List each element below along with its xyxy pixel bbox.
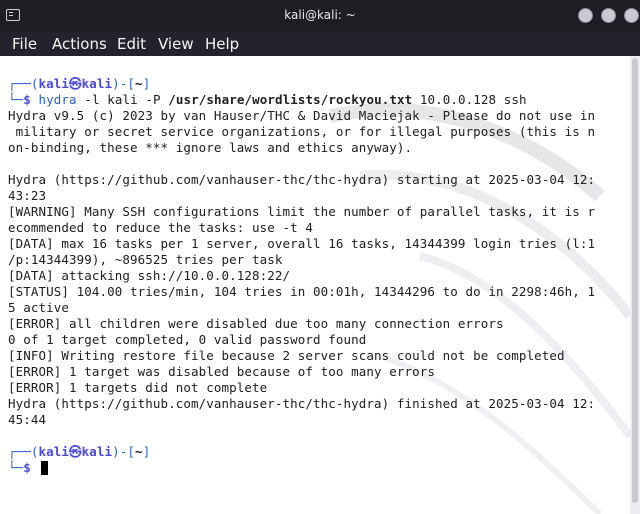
menu-help[interactable]: Help: [205, 35, 239, 53]
output-line: 5 active: [8, 300, 70, 315]
prompt-line-1: ┌──(kali㉿kali)-[~]: [8, 76, 151, 91]
output-line: Hydra (https://github.com/vanhauser-thc/…: [8, 396, 596, 411]
terminal-window: kali@kali: ~ File Actions Edit View Help…: [0, 0, 640, 514]
output-line: [ERROR] all children were disabled due t…: [8, 316, 504, 331]
command-line: └─$ hydra -l kali -P /usr/share/wordlist…: [8, 92, 527, 107]
menu-bar: File Actions Edit View Help: [0, 32, 640, 56]
output-line: [DATA] max 16 tasks per 1 server, overal…: [8, 236, 596, 251]
output-line: /p:14344399), ~896525 tries per task: [8, 252, 283, 267]
maximize-button[interactable]: [601, 8, 616, 23]
output-line: 45:44: [8, 412, 47, 427]
output-line: on-binding, these *** ignore laws and et…: [8, 140, 413, 155]
text-cursor: [40, 461, 48, 475]
output-line: [ERROR] 1 target was disabled because of…: [8, 364, 436, 379]
output-line: Hydra v9.5 (c) 2023 by van Hauser/THC & …: [8, 108, 596, 123]
scrollbar-thumb[interactable]: [632, 58, 638, 503]
output-line: [DATA] attacking ssh://10.0.0.128:22/: [8, 268, 291, 283]
output-line: Hydra (https://github.com/vanhauser-thc/…: [8, 172, 596, 187]
menu-view[interactable]: View: [158, 35, 194, 53]
title-bar[interactable]: kali@kali: ~: [0, 0, 640, 32]
output-line: [STATUS] 104.00 tries/min, 104 tries in …: [8, 284, 596, 299]
minimize-button[interactable]: [578, 8, 593, 23]
output-line: military or secret service organizations…: [8, 124, 596, 139]
output-line: [WARNING] Many SSH configurations limit …: [8, 204, 596, 219]
output-line: ecommended to reduce the tasks: use -t 4: [8, 220, 314, 235]
input-line[interactable]: └─$: [8, 460, 48, 476]
window-title: kali@kali: ~: [284, 8, 356, 22]
output-line: 0 of 1 target completed, 0 valid passwor…: [8, 332, 367, 347]
output-line: [INFO] Writing restore file because 2 se…: [8, 348, 565, 363]
vertical-scrollbar[interactable]: [630, 56, 640, 514]
output-line: [ERROR] 1 targets did not complete: [8, 380, 268, 395]
menu-edit[interactable]: Edit: [117, 35, 146, 53]
close-button[interactable]: [624, 8, 639, 23]
prompt-line-2: ┌──(kali㉿kali)-[~]: [8, 444, 151, 459]
menu-actions[interactable]: Actions: [52, 35, 107, 53]
output-line: 43:23: [8, 188, 47, 203]
menu-file[interactable]: File: [12, 35, 37, 53]
terminal-output[interactable]: ┌──(kali㉿kali)-[~] └─$ hydra -l kali -P …: [0, 56, 630, 514]
